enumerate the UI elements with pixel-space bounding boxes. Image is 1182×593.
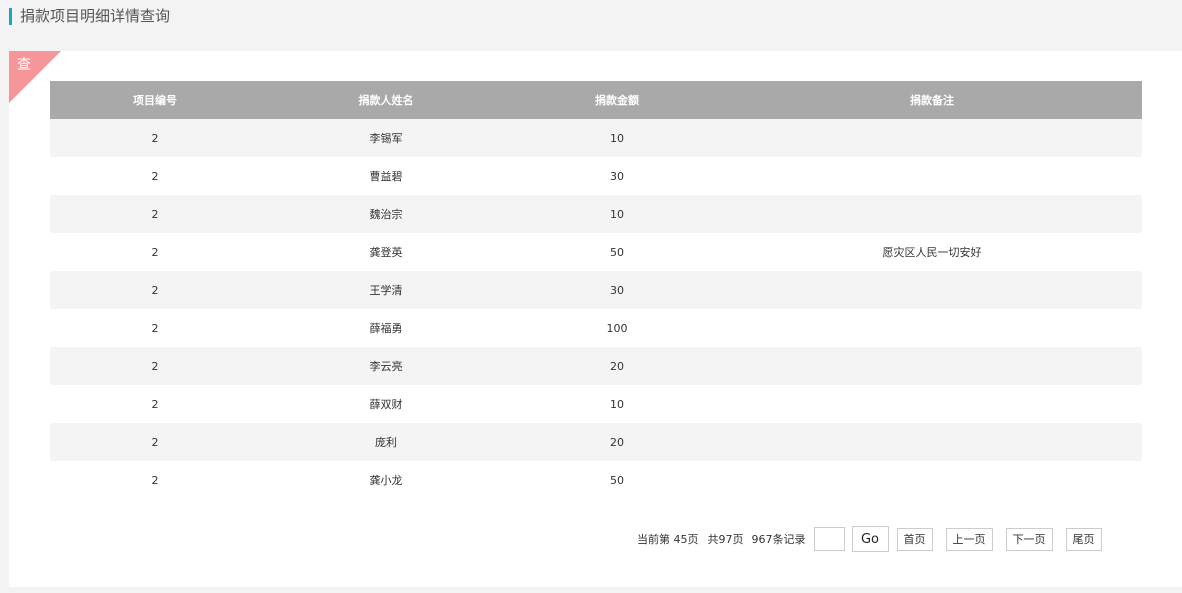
go-button[interactable]: Go xyxy=(851,526,889,552)
cell-donor-name: 薛双财 xyxy=(260,385,512,423)
cell-donor-name: 曹益碧 xyxy=(260,157,512,195)
table-row: 2 曹益碧 30 xyxy=(50,157,1142,195)
cell-remark xyxy=(722,423,1142,461)
table-row: 2 李云亮 20 xyxy=(50,347,1142,385)
page-title: 捐款项目明细详情查询 xyxy=(20,7,171,25)
cell-remark xyxy=(722,271,1142,309)
cell-project-id: 2 xyxy=(50,157,260,195)
cell-donor-name: 龚小龙 xyxy=(260,461,512,499)
cell-donor-name: 李云亮 xyxy=(260,347,512,385)
pagination: 当前第 45页 共97页 967条记录 Go 首页 上一页 下一页 尾页 xyxy=(637,526,1102,552)
cell-remark xyxy=(722,309,1142,347)
cell-donor-name: 庞利 xyxy=(260,423,512,461)
cell-amount: 20 xyxy=(512,347,722,385)
pager-total-records: 967条记录 xyxy=(751,533,806,546)
table-row: 2 李锡军 10 xyxy=(50,119,1142,157)
cell-donor-name: 魏治宗 xyxy=(260,195,512,233)
page-jump-input[interactable] xyxy=(813,527,845,551)
pager-total-pages: 共97页 xyxy=(707,533,744,546)
column-header-amount: 捐款金额 xyxy=(512,81,722,119)
cell-amount: 20 xyxy=(512,423,722,461)
table-row: 2 龚登英 50 愿灾区人民一切安好 xyxy=(50,233,1142,271)
table-body: 2 李锡军 10 2 曹益碧 30 2 魏治宗 10 2 龚登英 50 愿灾区人民一切安好 2 王学清 30 2… xyxy=(50,119,1142,499)
cell-donor-name: 薛福勇 xyxy=(260,309,512,347)
cell-amount: 10 xyxy=(512,195,722,233)
cell-amount: 100 xyxy=(512,309,722,347)
cell-remark xyxy=(722,119,1142,157)
cell-project-id: 2 xyxy=(50,347,260,385)
last-page-button[interactable]: 尾页 xyxy=(1065,527,1102,551)
next-page-button[interactable]: 下一页 xyxy=(1005,527,1053,551)
column-header-project-id: 项目编号 xyxy=(50,81,260,119)
cell-remark xyxy=(722,195,1142,233)
cell-donor-name: 李锡军 xyxy=(260,119,512,157)
column-header-remark: 捐款备注 xyxy=(722,81,1142,119)
title-accent-bar xyxy=(9,8,12,25)
table-row: 2 薛双财 10 xyxy=(50,385,1142,423)
cell-remark xyxy=(722,385,1142,423)
column-header-donor-name: 捐款人姓名 xyxy=(260,81,512,119)
page-header: 捐款项目明细详情查询 xyxy=(0,0,1182,34)
query-panel: 查 项目编号 捐款人姓名 捐款金额 捐款备注 2 李锡军 10 2 曹益碧 30 2 魏治宗 1… xyxy=(9,51,1182,587)
cell-project-id: 2 xyxy=(50,385,260,423)
table-row: 2 王学清 30 xyxy=(50,271,1142,309)
cell-project-id: 2 xyxy=(50,423,260,461)
cell-remark xyxy=(722,157,1142,195)
pager-current-page: 当前第 45页 xyxy=(637,533,699,546)
cell-amount: 10 xyxy=(512,385,722,423)
table-header-row: 项目编号 捐款人姓名 捐款金额 捐款备注 xyxy=(50,81,1142,119)
cell-project-id: 2 xyxy=(50,271,260,309)
cell-project-id: 2 xyxy=(50,195,260,233)
corner-tag-label: 查 xyxy=(17,57,31,73)
cell-project-id: 2 xyxy=(50,119,260,157)
cell-amount: 50 xyxy=(512,233,722,271)
cell-donor-name: 龚登英 xyxy=(260,233,512,271)
table-row: 2 庞利 20 xyxy=(50,423,1142,461)
cell-amount: 30 xyxy=(512,271,722,309)
cell-amount: 50 xyxy=(512,461,722,499)
cell-remark: 愿灾区人民一切安好 xyxy=(722,233,1142,271)
cell-amount: 10 xyxy=(512,119,722,157)
cell-remark xyxy=(722,347,1142,385)
cell-project-id: 2 xyxy=(50,461,260,499)
table-row: 2 薛福勇 100 xyxy=(50,309,1142,347)
cell-project-id: 2 xyxy=(50,233,260,271)
prev-page-button[interactable]: 上一页 xyxy=(945,527,993,551)
cell-amount: 30 xyxy=(512,157,722,195)
first-page-button[interactable]: 首页 xyxy=(896,527,933,551)
cell-project-id: 2 xyxy=(50,309,260,347)
cell-remark xyxy=(722,461,1142,499)
table-row: 2 魏治宗 10 xyxy=(50,195,1142,233)
cell-donor-name: 王学清 xyxy=(260,271,512,309)
donation-table: 项目编号 捐款人姓名 捐款金额 捐款备注 2 李锡军 10 2 曹益碧 30 2 魏治宗 10 2… xyxy=(50,81,1142,499)
table-row: 2 龚小龙 50 xyxy=(50,461,1142,499)
